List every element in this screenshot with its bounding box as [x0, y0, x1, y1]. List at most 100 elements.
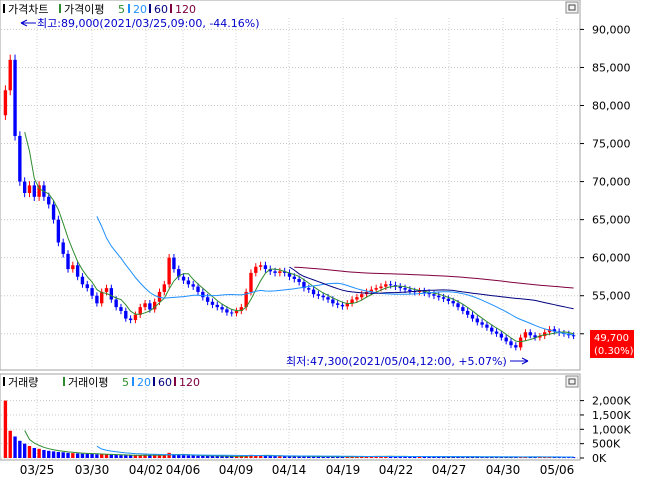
legend-marker [149, 4, 151, 13]
volume-bar [27, 445, 32, 458]
candle-body [13, 59, 17, 136]
price-tick-label: 85,000 [592, 61, 631, 74]
volume-bar [167, 452, 171, 458]
candle-body [470, 314, 475, 319]
legend-marker [3, 377, 5, 386]
volume-bar [75, 453, 80, 458]
volume-tick-label: 1,500K [592, 409, 631, 422]
price-axis: 90,000 85,000 80,000 75,000 70,000 65,000 60,0… [580, 23, 631, 341]
price-panel-controls[interactable] [565, 1, 579, 14]
legend-period-120: 120 [175, 3, 196, 16]
candle-body [504, 337, 508, 342]
volume-bar [205, 455, 210, 458]
candle-body [172, 257, 176, 270]
price-tick-label: 90,000 [592, 23, 631, 36]
volume-bar [22, 443, 27, 458]
low-annotation: 최저:47,300(2021/05/04,12:00, +5.07%) [286, 355, 529, 368]
candle-body [518, 337, 523, 348]
volume-bar [3, 400, 8, 458]
candle-body [210, 301, 215, 305]
volume-panel-controls[interactable] [565, 375, 579, 388]
legend-period-60: 60 [154, 3, 168, 16]
date-tick-label: 03/25 [20, 463, 55, 477]
legend-period-5: 5 [118, 3, 125, 16]
volume-axis: 2,000K1,500K1,000K 500K0K [580, 395, 631, 465]
volume-bar [37, 448, 41, 458]
candle-body [191, 284, 195, 287]
maximize-icon[interactable] [565, 1, 579, 14]
date-tick-label: 04/27 [432, 463, 467, 477]
volume-bar [109, 454, 114, 458]
volume-legend-title: 거래량 [8, 376, 38, 389]
candle-body [316, 294, 321, 296]
volume-bar [42, 449, 46, 458]
candle-body [374, 288, 378, 290]
volume-tick-label: 1,000K [592, 423, 631, 436]
price-tick-label: 80,000 [592, 100, 631, 113]
candle-body [167, 257, 171, 285]
candle-body [22, 181, 27, 193]
volume-bar [47, 450, 51, 458]
candle-body [100, 291, 104, 304]
volume-bar [13, 436, 17, 458]
volume-bar [104, 454, 109, 458]
candle-body [494, 331, 499, 334]
volume-legend-period-120: 120 [179, 376, 200, 389]
candle-body [205, 297, 210, 302]
volume-bar [95, 454, 99, 458]
volume-bar [124, 455, 128, 458]
candle-body [32, 185, 36, 197]
volume-bar [114, 454, 118, 458]
volume-bar [66, 452, 70, 458]
high-annotation: 최고:89,000(2021/03/25,09:00, -44.16%) [20, 17, 260, 30]
high-label: 최고:89,000(2021/03/25,09:00, -44.16%) [37, 17, 260, 30]
candle-body [263, 265, 268, 270]
candle-body [335, 303, 340, 305]
candle-body [85, 284, 89, 289]
candle-body [432, 294, 436, 296]
legend-marker [174, 377, 176, 386]
candle-body [162, 284, 166, 292]
volume-bar [196, 455, 200, 458]
candle-body [95, 295, 99, 304]
candle-body [446, 298, 451, 302]
candle-body [437, 295, 441, 298]
maximize-icon[interactable] [565, 375, 579, 388]
candle-body [451, 301, 455, 304]
candle-body [80, 276, 85, 285]
volume-legend-period-60: 60 [158, 376, 172, 389]
candle-body [480, 322, 484, 325]
candle-body [355, 297, 359, 300]
volume-bar [177, 454, 181, 458]
candle-body [133, 314, 138, 321]
volume-bar [201, 455, 205, 458]
candle-body [340, 304, 345, 307]
volume-legend-period-20: 20 [137, 376, 151, 389]
volume-bar [220, 456, 224, 458]
current-price-value: 49,700 [594, 333, 629, 344]
candle-body [258, 265, 263, 267]
legend-marker [132, 377, 134, 386]
candle-body [18, 135, 22, 182]
legend-marker [153, 377, 155, 386]
candle-body [465, 310, 470, 315]
candle-body [234, 310, 239, 314]
candle-body [456, 303, 460, 308]
date-tick-label: 04/09 [219, 463, 254, 477]
legend-title: 가격차트 [8, 3, 48, 16]
candle-body [499, 333, 504, 338]
date-tick-label: 04/19 [326, 463, 361, 477]
candle-body [321, 295, 325, 298]
candle-body [278, 271, 282, 273]
candle-body [311, 289, 316, 295]
candle-body [485, 324, 489, 328]
volume-bar [90, 453, 94, 458]
volume-bar [128, 455, 133, 458]
date-tick-label: 04/30 [486, 463, 521, 477]
date-tick-label: 04/02 [129, 463, 164, 477]
candle-body [148, 303, 152, 310]
volume-bar [71, 453, 75, 458]
candle-body [509, 341, 513, 346]
candle-body [408, 289, 412, 292]
legend-ma-label: 가격이평 [64, 3, 104, 16]
